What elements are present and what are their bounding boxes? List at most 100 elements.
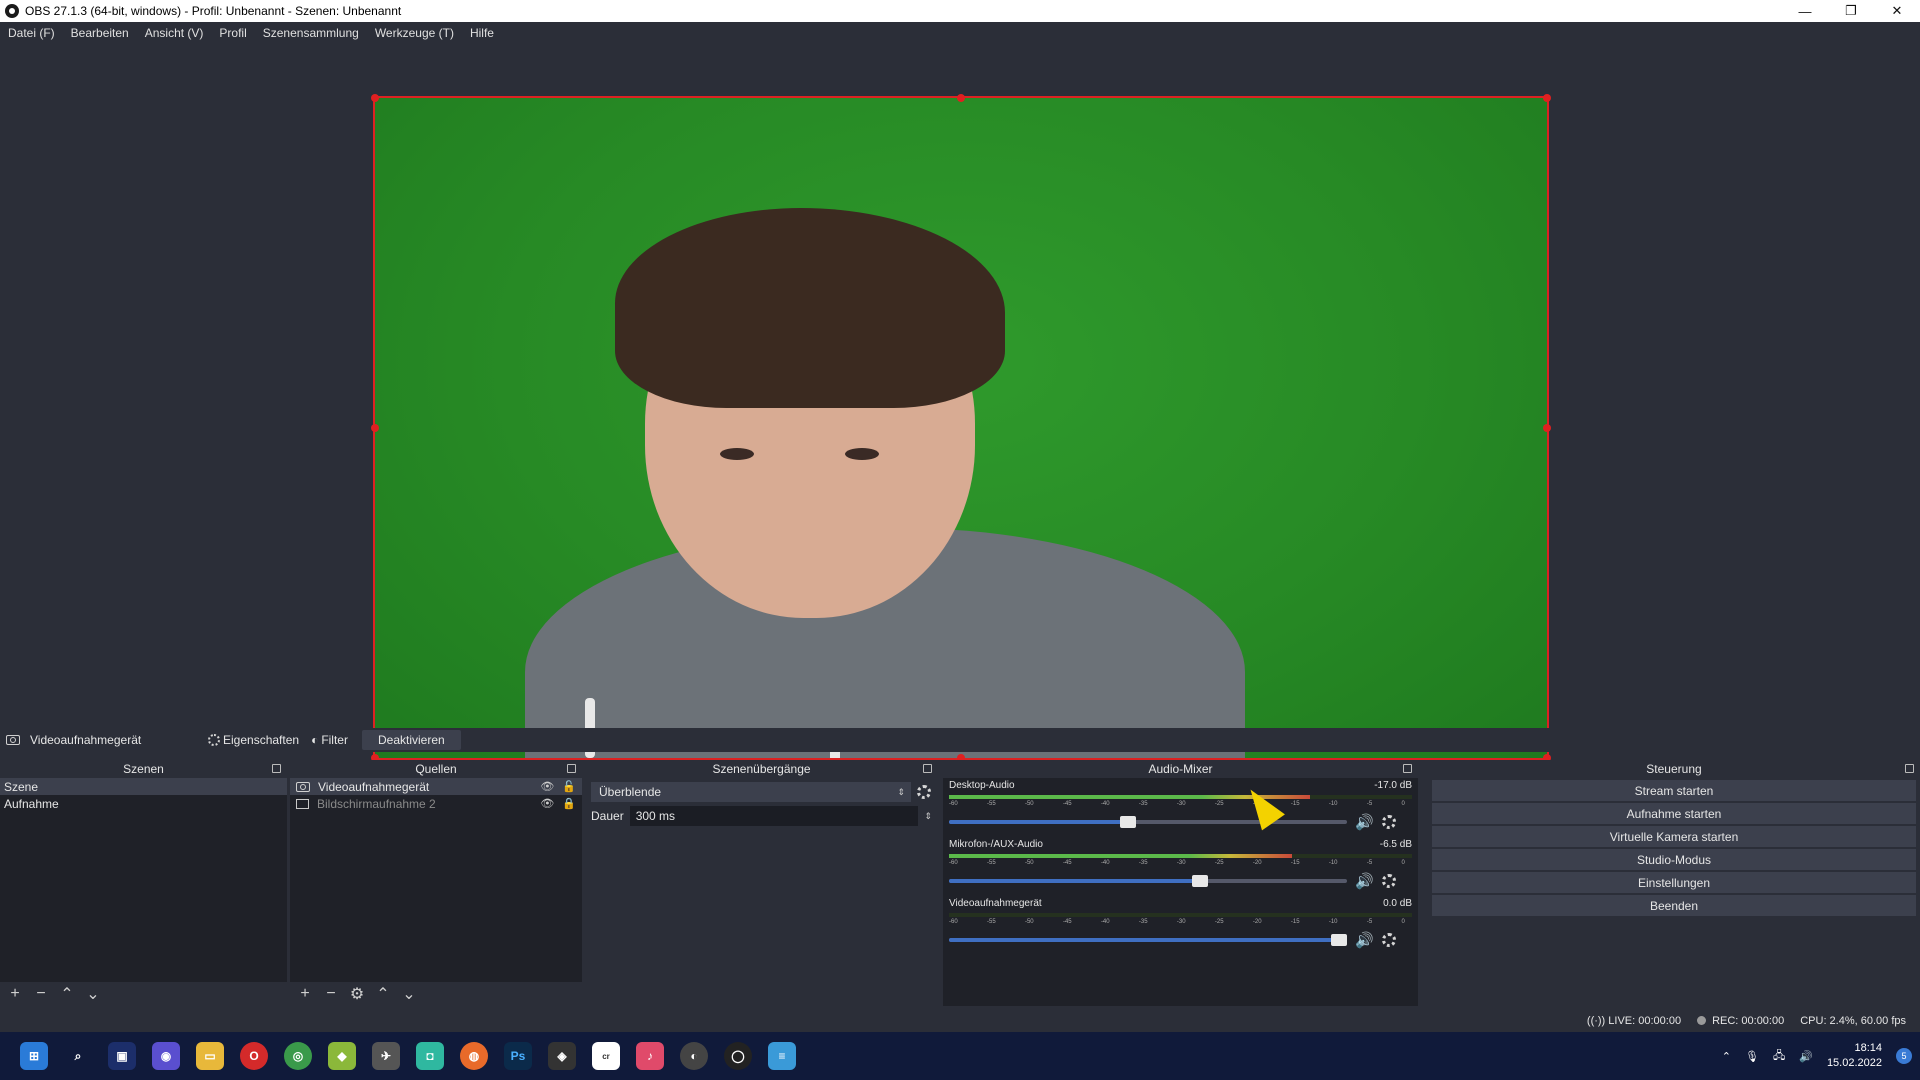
resize-handle[interactable]	[371, 424, 379, 432]
channel-db: 0.0 dB	[1383, 898, 1412, 909]
preview-canvas[interactable]	[373, 96, 1549, 760]
channel-settings-icon[interactable]	[1381, 874, 1396, 888]
menu-edit[interactable]: Bearbeiten	[65, 26, 135, 40]
close-button[interactable]: ✕	[1874, 0, 1920, 22]
scene-item[interactable]: Aufnahme	[0, 795, 287, 812]
undock-icon[interactable]	[272, 764, 281, 773]
menu-tools[interactable]: Werkzeuge (T)	[369, 26, 460, 40]
resize-handle[interactable]	[1543, 424, 1551, 432]
speaker-icon[interactable]: 🔊	[1355, 813, 1374, 831]
network-icon[interactable]: 🖧	[1773, 1047, 1785, 1066]
obs-taskbar-icon[interactable]: ◐	[680, 1042, 708, 1070]
scene-item[interactable]: Szene	[0, 778, 287, 795]
filter-button[interactable]: ◐ Filter	[305, 733, 354, 747]
source-toolbar: Videoaufnahmegerät Eigenschaften ◐ Filte…	[0, 728, 1920, 752]
menu-scene-collection[interactable]: Szenensammlung	[257, 26, 365, 40]
volume-slider[interactable]	[949, 875, 1347, 887]
unlock-icon[interactable]: 🔓	[562, 780, 576, 793]
move-up-button[interactable]: ⌃	[374, 984, 392, 1004]
properties-label: Eigenschaften	[223, 733, 300, 747]
source-item[interactable]: Videoaufnahmegerät 👁 🔓	[290, 778, 582, 795]
maximize-button[interactable]: ❐	[1828, 0, 1874, 22]
search-icon[interactable]: ⌕	[64, 1042, 92, 1070]
transition-select[interactable]: Überblende ⇕	[591, 782, 911, 802]
minimize-button[interactable]: —	[1782, 0, 1828, 22]
task-view-icon[interactable]: ▣	[108, 1042, 136, 1070]
properties-button[interactable]: Eigenschaften	[202, 733, 305, 747]
move-down-button[interactable]: ⌄	[400, 984, 418, 1004]
volume-knob[interactable]	[1120, 816, 1137, 828]
volume-knob[interactable]	[1331, 934, 1348, 946]
meter-tick-label: -5	[1366, 860, 1373, 866]
selected-source: Videoaufnahmegerät	[0, 733, 202, 747]
duration-input[interactable]: 300 ms	[629, 806, 919, 826]
notification-badge[interactable]: 5	[1896, 1048, 1912, 1064]
channel-settings-icon[interactable]	[1381, 933, 1396, 947]
music-app-icon[interactable]: ♪	[636, 1042, 664, 1070]
deactivate-button[interactable]: Deaktivieren	[361, 730, 461, 750]
speaker-icon[interactable]: 🔊	[1355, 931, 1374, 949]
resize-handle[interactable]	[1543, 94, 1551, 102]
lock-icon[interactable]: 🔒	[562, 797, 576, 810]
microphone-icon[interactable]: 🎙	[1745, 1050, 1759, 1063]
file-explorer-icon[interactable]: ▭	[196, 1042, 224, 1070]
add-scene-button[interactable]: +	[6, 985, 24, 1003]
layers-app-icon[interactable]: ◆	[328, 1042, 356, 1070]
add-source-button[interactable]: +	[296, 985, 314, 1003]
source-item[interactable]: Bildschirmaufnahme 2 👁 🔒	[290, 795, 582, 812]
launcher-icon[interactable]: ✈	[372, 1042, 400, 1070]
menu-view[interactable]: Ansicht (V)	[139, 26, 210, 40]
move-down-button[interactable]: ⌄	[84, 984, 102, 1004]
volume-slider[interactable]	[949, 934, 1348, 946]
undock-icon[interactable]	[923, 764, 932, 773]
volume-slider[interactable]	[949, 816, 1347, 828]
volume-row: 🔊	[949, 872, 1412, 890]
source-item-actions: 👁 🔒	[540, 797, 576, 810]
scenes-title: Szenen	[123, 762, 164, 776]
windows-start-icon[interactable]: ⊞	[20, 1042, 48, 1070]
meter-tick-label: -25	[1214, 860, 1224, 866]
sources-title: Quellen	[415, 762, 457, 776]
menu-profile[interactable]: Profil	[213, 26, 252, 40]
opera-icon[interactable]: O	[240, 1042, 268, 1070]
notepad-icon[interactable]: ≡	[768, 1042, 796, 1070]
undock-icon[interactable]	[1403, 764, 1412, 773]
camera-icon	[6, 735, 20, 745]
davinci-icon[interactable]: ◈	[548, 1042, 576, 1070]
start-recording-button[interactable]: Aufnahme starten	[1432, 803, 1916, 824]
volume-icon[interactable]: 🔊	[1799, 1050, 1813, 1063]
chrome-icon[interactable]: ◎	[284, 1042, 312, 1070]
studio-mode-button[interactable]: Studio-Modus	[1432, 849, 1916, 870]
exit-button[interactable]: Beenden	[1432, 895, 1916, 916]
start-stream-button[interactable]: Stream starten	[1432, 780, 1916, 801]
channel-settings-icon[interactable]	[1381, 815, 1396, 829]
settings-button[interactable]: Einstellungen	[1432, 872, 1916, 893]
eye-hidden-icon[interactable]: 👁	[540, 797, 554, 810]
photoshop-icon[interactable]: Ps	[504, 1042, 532, 1070]
source-settings-button[interactable]: ⚙	[348, 984, 366, 1004]
remove-source-button[interactable]: −	[322, 985, 340, 1003]
spinner-icon[interactable]: ⇕	[924, 811, 932, 822]
move-up-button[interactable]: ⌃	[58, 984, 76, 1004]
speaker-icon[interactable]: 🔊	[1355, 872, 1374, 890]
cricut-icon[interactable]: cr	[592, 1042, 620, 1070]
camera-icon	[296, 781, 310, 792]
eye-icon[interactable]: 👁	[540, 780, 554, 793]
volume-knob[interactable]	[1191, 875, 1208, 887]
rec-status: REC: 00:00:00	[1697, 1015, 1784, 1027]
remove-scene-button[interactable]: −	[32, 985, 50, 1003]
firefox-icon[interactable]: ◍	[460, 1042, 488, 1070]
chevron-up-icon[interactable]: ⌃	[1722, 1050, 1731, 1063]
start-virtual-camera-button[interactable]: Virtuelle Kamera starten	[1432, 826, 1916, 847]
undock-icon[interactable]	[1905, 764, 1914, 773]
resize-handle[interactable]	[957, 94, 965, 102]
teams-chat-icon[interactable]: ◉	[152, 1042, 180, 1070]
menu-file[interactable]: Datei (F)	[2, 26, 61, 40]
chat-app-icon[interactable]: ◯	[724, 1042, 752, 1070]
menu-help[interactable]: Hilfe	[464, 26, 500, 40]
clock[interactable]: 18:14 15.02.2022	[1827, 1041, 1882, 1071]
undock-icon[interactable]	[567, 764, 576, 773]
resize-handle[interactable]	[371, 94, 379, 102]
robot-app-icon[interactable]: ◘	[416, 1042, 444, 1070]
transition-settings-icon[interactable]	[917, 785, 931, 799]
